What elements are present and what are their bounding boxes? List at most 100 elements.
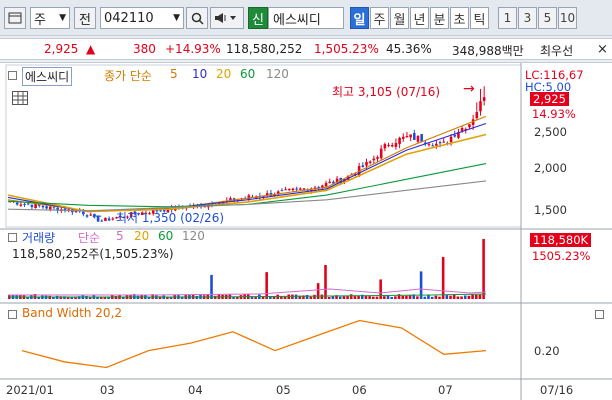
arrow-right-icon: → bbox=[463, 81, 475, 97]
candle-body bbox=[111, 218, 115, 220]
sound-icon[interactable] bbox=[210, 7, 244, 29]
candle-body bbox=[45, 206, 48, 209]
period-tab-3[interactable]: 년 bbox=[410, 7, 429, 29]
search-icon[interactable] bbox=[186, 7, 208, 29]
volume-bar bbox=[379, 279, 382, 299]
interval-tab-10[interactable]: 10 bbox=[558, 7, 577, 29]
volume-bar bbox=[405, 295, 408, 299]
period-tab-1[interactable]: 주 bbox=[370, 7, 389, 29]
period-tab-0[interactable]: 일 bbox=[350, 7, 369, 29]
candle-body bbox=[48, 206, 52, 210]
candle-body bbox=[365, 162, 368, 166]
market-select[interactable]: 주 ▼ bbox=[30, 7, 70, 29]
candle-body bbox=[295, 188, 298, 190]
bandwidth-series-line bbox=[21, 319, 487, 369]
candle-body bbox=[284, 189, 287, 191]
volume-bar bbox=[265, 272, 268, 299]
volume-bar bbox=[423, 296, 427, 299]
ma-period-10: 10 bbox=[192, 67, 208, 81]
candle-body bbox=[372, 158, 376, 161]
volume-bar bbox=[327, 296, 331, 299]
candle-body bbox=[383, 144, 387, 149]
y-tick-2000: 2,000 bbox=[534, 161, 567, 175]
bandwidth-line bbox=[21, 319, 487, 369]
volume-bar bbox=[449, 295, 452, 299]
volume-bar bbox=[269, 296, 272, 299]
volume-tag: 118,580K bbox=[530, 233, 592, 247]
x-label-2021-01: 2021/01 bbox=[6, 383, 54, 397]
candle-body bbox=[479, 101, 482, 112]
volume-bar bbox=[294, 294, 298, 299]
period-tab-2[interactable]: 월 bbox=[390, 7, 409, 29]
volume-bar bbox=[324, 265, 327, 299]
prev-button[interactable]: 전 bbox=[74, 7, 96, 29]
candle-body bbox=[390, 145, 394, 147]
candle-body bbox=[413, 133, 416, 140]
chevron-down-icon: ▼ bbox=[59, 13, 66, 23]
volume-panel-toggle[interactable] bbox=[8, 233, 17, 242]
bw-panel-toggle[interactable] bbox=[8, 310, 17, 319]
volume-bar bbox=[434, 295, 438, 299]
volume-ma-60: 60 bbox=[158, 229, 174, 243]
volume-bar bbox=[368, 296, 371, 299]
price-panel-toggle[interactable] bbox=[8, 71, 17, 80]
candle-body bbox=[85, 215, 89, 217]
volume-ratio: 1,505.23% bbox=[314, 42, 379, 56]
period-tab-5[interactable]: 초 bbox=[450, 7, 469, 29]
shin-badge[interactable]: 신 bbox=[248, 7, 268, 29]
prev-button-label: 전 bbox=[79, 12, 91, 28]
x-label-04: 04 bbox=[188, 383, 203, 397]
close-icon[interactable]: × bbox=[597, 42, 608, 57]
current-price: 2,925 bbox=[44, 42, 79, 56]
candle-body bbox=[431, 145, 434, 147]
stock-name-value: 에스씨디 bbox=[273, 12, 321, 28]
y-tick-1500: 1,500 bbox=[534, 203, 567, 217]
price-stock-label[interactable]: 에스씨디 bbox=[22, 67, 73, 86]
x-label-05: 05 bbox=[276, 383, 291, 397]
candle-body bbox=[30, 204, 34, 208]
candle-body bbox=[104, 217, 107, 222]
candle-body bbox=[475, 112, 479, 119]
window-menu-icon[interactable] bbox=[4, 7, 26, 29]
period-tab-6[interactable]: 틱 bbox=[470, 7, 489, 29]
stock-name-field[interactable]: 에스씨디 bbox=[268, 7, 344, 29]
period-tab-4[interactable]: 분 bbox=[430, 7, 449, 29]
grid-table-icon[interactable] bbox=[12, 91, 28, 105]
volume-bar bbox=[305, 294, 309, 299]
candle-body bbox=[401, 136, 405, 139]
volume-bar bbox=[313, 294, 316, 299]
interval-tab-5[interactable]: 5 bbox=[538, 7, 557, 29]
chevron-down-icon: ▼ bbox=[173, 13, 180, 23]
volume-ma-120: 120 bbox=[182, 229, 205, 243]
candle-body bbox=[41, 205, 45, 208]
best-ask-label: 최우선 bbox=[540, 44, 574, 58]
candle-body bbox=[394, 143, 398, 147]
up-arrow-icon: ▲ bbox=[86, 42, 96, 56]
volume-bar bbox=[338, 296, 342, 299]
candle-body bbox=[324, 182, 328, 187]
candle-body bbox=[449, 136, 453, 143]
candle-body bbox=[420, 134, 423, 142]
bw-close-icon[interactable] bbox=[595, 310, 604, 319]
change-pct-tag: 14.93% bbox=[532, 107, 576, 121]
interval-tab-3[interactable]: 3 bbox=[518, 7, 537, 29]
x-label-07: 07 bbox=[438, 383, 453, 397]
market-select-value: 주 bbox=[34, 12, 46, 28]
volume-bar bbox=[438, 296, 441, 299]
volume-pct-tag: 1505.23% bbox=[532, 249, 591, 263]
turnover-rate: 45.36% bbox=[386, 42, 432, 56]
price-change-pct: +14.93% bbox=[165, 42, 221, 56]
candle-body bbox=[482, 97, 486, 101]
shin-label: 신 bbox=[252, 12, 264, 28]
candle-body bbox=[368, 161, 372, 163]
volume-ma-5: 5 bbox=[116, 229, 124, 243]
interval-tab-1[interactable]: 1 bbox=[498, 7, 517, 29]
candle-body bbox=[299, 188, 302, 190]
stock-code-input[interactable]: 042110 ▼ bbox=[100, 7, 184, 29]
volume-bar bbox=[460, 296, 463, 299]
candle-body bbox=[468, 124, 471, 128]
candle-body bbox=[460, 127, 464, 131]
volume-bar bbox=[467, 295, 471, 299]
volume-bar bbox=[375, 296, 379, 299]
chart-area[interactable]: 에스씨디 종가 단순 5 10 20 60 120 최고 3,105 (07/1… bbox=[0, 62, 612, 400]
